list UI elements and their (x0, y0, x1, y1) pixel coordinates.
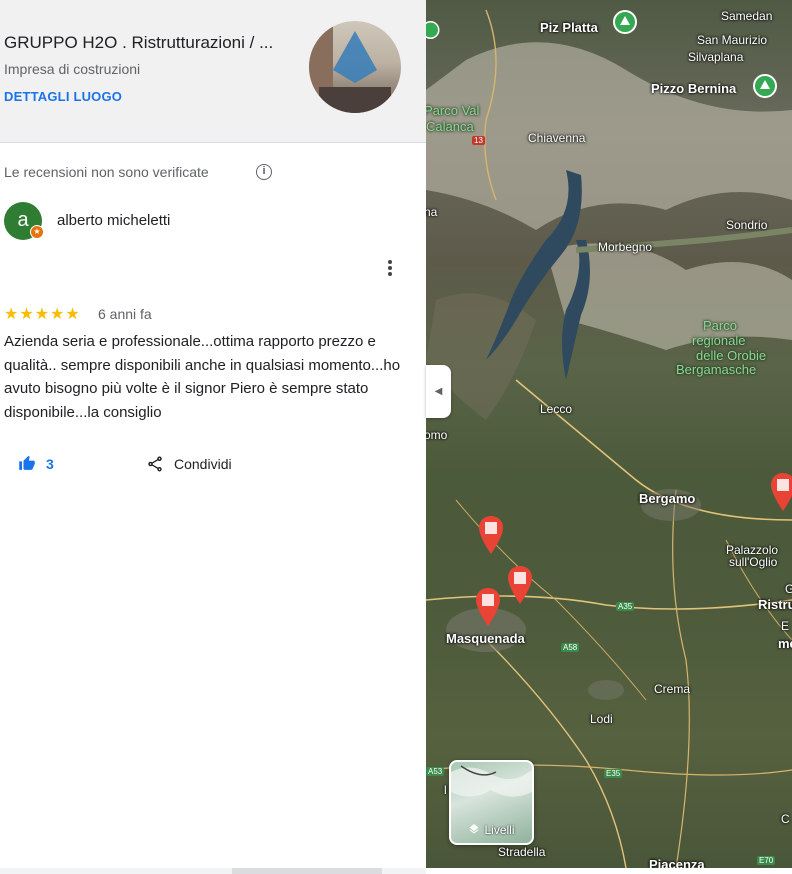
layers-icon (469, 824, 479, 834)
map-label-piz-platta: Piz Platta (540, 20, 598, 35)
local-guide-badge-icon: ★ (30, 225, 44, 239)
place-header: GRUPPO H2O . Ristrutturazioni / ... Impr… (0, 0, 426, 143)
map-label-palazzolo-2: sull'Oglio (729, 555, 778, 569)
like-count: 3 (46, 455, 54, 472)
map-label-calanca: Calanca (426, 119, 474, 134)
map-label-morbegno: Morbegno (598, 240, 653, 254)
place-photo[interactable] (309, 21, 401, 113)
place-category: Impresa di costruzioni (4, 61, 141, 77)
road-shield-13: 13 (472, 136, 485, 145)
map-label-lecco: Lecco (540, 402, 573, 416)
photo-desk (319, 87, 391, 113)
map-label-e: E (781, 619, 790, 633)
business-marker-icon[interactable] (770, 473, 792, 513)
like-button[interactable]: 3 (18, 455, 54, 472)
collapse-panel-button[interactable]: ◀ (426, 365, 451, 418)
reviews-disclaimer: Le recensioni non sono verificate (4, 164, 209, 180)
place-details-link[interactable]: DETTAGLI LUOGO (4, 89, 122, 104)
map-label-san-maurizio: San Maurizio (697, 33, 768, 47)
info-icon[interactable]: i (256, 164, 272, 180)
business-marker-icon[interactable] (507, 566, 533, 606)
review-rating-stars: ★★★★★ (4, 306, 81, 323)
map-label-pizzo-bernina: Pizzo Bernina (651, 81, 737, 96)
share-icon (148, 456, 162, 472)
share-button[interactable]: Condividi (146, 455, 232, 473)
park-marker-icon[interactable] (753, 74, 777, 98)
map-label-stradella: Stradella (498, 845, 546, 859)
map-label-me: me (778, 636, 792, 651)
map-label-masquenada: Masquenada (446, 631, 525, 646)
share-label: Condividi (174, 456, 232, 472)
road-shield-e70: E70 (757, 856, 776, 865)
map-label-parco-orobie-3: delle Orobie (696, 348, 767, 363)
map-label-chiavenna: Chiavenna (528, 131, 586, 145)
map-label-parco-orobie-4: Bergamasche (676, 362, 757, 377)
chevron-left-icon: ◀ (434, 386, 443, 397)
more-options-icon[interactable] (380, 259, 400, 279)
map-label-na: na (426, 205, 438, 219)
map-label-parco-orobie-1: Parco (703, 318, 737, 333)
road-shield-a58: A58 (561, 643, 580, 652)
map-terrain (426, 9, 792, 868)
map-label-omo: omo (426, 428, 448, 442)
map-label-c: C (781, 812, 790, 826)
road-shield-a35: A35 (616, 602, 635, 611)
layers-label: Livelli (451, 823, 532, 837)
map-label-l: l (444, 783, 447, 797)
road-shield-e35: E35 (604, 769, 623, 778)
business-marker-icon[interactable] (478, 516, 504, 556)
business-marker-icon[interactable] (475, 588, 501, 628)
map-label-g: G (785, 582, 792, 596)
map-label-parco-orobie-2: regionale (692, 333, 746, 348)
place-panel: GRUPPO H2O . Ristrutturazioni / ... Impr… (0, 0, 426, 874)
review-date: 6 anni fa (98, 306, 152, 322)
map-label-silvaplana: Silvaplana (688, 50, 744, 64)
road-shield-a53: A53 (426, 767, 445, 776)
map-label-piacenza: Piacenza (649, 857, 705, 868)
layers-text: Livelli (484, 823, 515, 837)
map-label-parco-val: Parco Val (426, 103, 480, 118)
map-label-sondrio: Sondrio (726, 218, 768, 232)
photo-logo (333, 31, 377, 83)
park-marker-icon[interactable] (613, 10, 637, 34)
park-marker-icon[interactable] (426, 18, 444, 42)
map-label-samedan: Samedan (721, 9, 773, 23)
map-label-lodi: Lodi (590, 712, 613, 726)
layers-button[interactable]: Livelli (449, 760, 534, 845)
map-label-crema: Crema (654, 682, 691, 696)
reviewer-name[interactable]: alberto micheletti (57, 212, 170, 229)
map-canvas[interactable]: Samedan Piz Platta San Maurizio Silvapla… (426, 0, 792, 868)
place-title[interactable]: GRUPPO H2O . Ristrutturazioni / ... (4, 33, 289, 53)
layers-preview (451, 765, 532, 797)
scrollbar-thumb[interactable] (232, 868, 382, 874)
review-text: Azienda seria e professionale...ottima r… (4, 333, 401, 421)
thumbs-up-icon (19, 455, 35, 470)
map-label-bergamo: Bergamo (639, 491, 696, 506)
horizontal-scrollbar[interactable] (0, 868, 426, 874)
map-label-ristru: Ristru (758, 597, 792, 612)
